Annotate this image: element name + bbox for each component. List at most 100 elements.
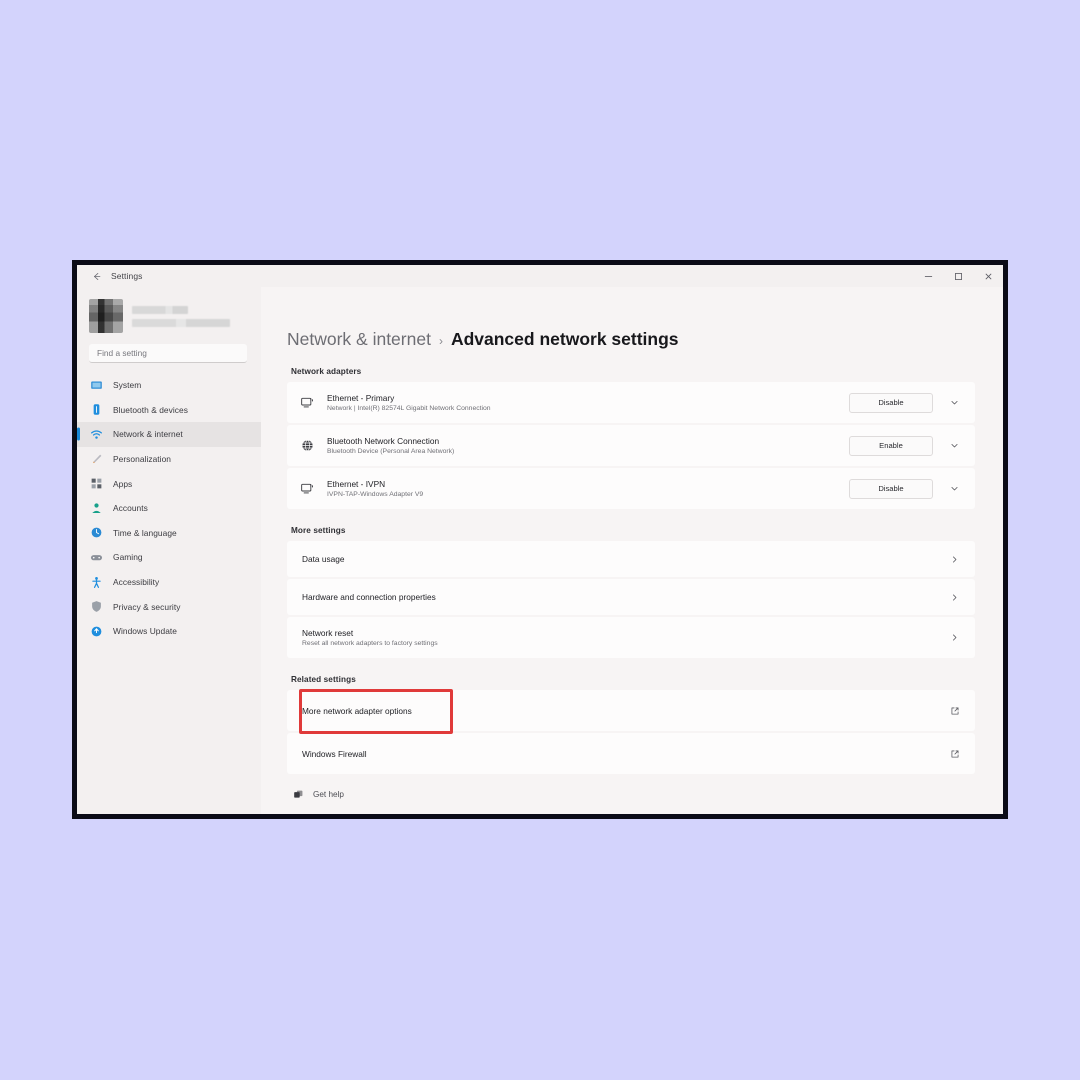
adapter-toggle-button[interactable]: Enable	[849, 435, 933, 456]
adapter-text: Bluetooth Network Connection Bluetooth D…	[327, 436, 849, 455]
chevron-down-icon[interactable]	[947, 439, 961, 453]
chevron-right-icon[interactable]	[947, 590, 961, 604]
close-icon[interactable]	[973, 265, 1003, 287]
section-heading-network-adapters: Network adapters	[291, 367, 362, 376]
sidebar-item-label: Time & language	[113, 527, 177, 538]
window-body: System Bluetooth & devices	[77, 287, 1003, 814]
sidebar-item-personalization[interactable]: Personalization	[77, 447, 261, 472]
sidebar: System Bluetooth & devices	[77, 287, 261, 814]
search-container	[77, 341, 261, 371]
adapter-title: Bluetooth Network Connection	[327, 436, 440, 446]
page-title: Advanced network settings	[450, 329, 679, 349]
setting-text: Hardware and connection properties	[297, 592, 947, 602]
adapter-title: Ethernet - Primary	[327, 393, 395, 403]
adapter-toggle-button[interactable]: Disable	[849, 392, 933, 413]
account-email-redacted	[132, 318, 230, 327]
setting-subtitle: Reset all network adapters to factory se…	[302, 640, 438, 647]
monitor-icon	[89, 378, 104, 393]
person-icon	[89, 501, 104, 516]
search-input[interactable]	[89, 344, 247, 363]
sidebar-item-label: Accessibility	[113, 577, 160, 588]
globe-icon	[297, 436, 317, 456]
get-help-link[interactable]: Get help	[287, 788, 975, 801]
account-name-redacted	[132, 305, 188, 314]
wifi-icon	[89, 427, 104, 442]
setting-row-hardware-connection-properties[interactable]: Hardware and connection properties	[287, 579, 975, 615]
ethernet-icon	[297, 479, 317, 499]
sidebar-item-network-internet[interactable]: Network & internet	[77, 422, 261, 447]
adapter-subtitle: Network | Intel(R) 82574L Gigabit Networ…	[327, 405, 491, 412]
adapter-text: Ethernet - Primary Network | Intel(R) 82…	[327, 393, 849, 412]
setting-row-more-network-adapter-options[interactable]: More network adapter options	[287, 690, 975, 731]
sidebar-item-accessibility[interactable]: Accessibility	[77, 570, 261, 595]
apps-grid-icon	[89, 476, 104, 491]
shield-icon	[89, 599, 104, 614]
title-bar: Settings	[77, 265, 1003, 287]
setting-text: Network reset Reset all network adapters…	[297, 628, 947, 647]
chevron-right-icon[interactable]	[947, 552, 961, 566]
setting-title: Data usage	[302, 554, 345, 564]
setting-text: Data usage	[297, 554, 947, 564]
sidebar-item-accounts[interactable]: Accounts	[77, 496, 261, 521]
setting-title: More network adapter options	[302, 705, 412, 716]
breadcrumb-parent-link[interactable]: Network & internet	[287, 329, 431, 350]
sidebar-item-label: Privacy & security	[113, 601, 181, 612]
sidebar-item-bluetooth-devices[interactable]: Bluetooth & devices	[77, 398, 261, 423]
chevron-down-icon[interactable]	[947, 396, 961, 410]
account-block[interactable]	[77, 291, 261, 341]
external-link-icon[interactable]	[948, 704, 961, 717]
sidebar-item-label: Windows Update	[113, 626, 178, 637]
bluetooth-icon	[89, 402, 104, 417]
maximize-icon[interactable]	[943, 265, 973, 287]
sidebar-item-label: System	[113, 380, 142, 391]
setting-text: More network adapter options	[297, 706, 948, 716]
clock-globe-icon	[89, 525, 104, 540]
back-arrow-icon[interactable]	[83, 267, 109, 285]
setting-row-network-reset[interactable]: Network reset Reset all network adapters…	[287, 617, 975, 658]
setting-title: Hardware and connection properties	[302, 592, 436, 602]
chevron-right-icon[interactable]	[947, 631, 961, 645]
sidebar-item-label: Personalization	[113, 454, 172, 465]
sidebar-item-time-language[interactable]: Time & language	[77, 521, 261, 546]
adapter-row-bluetooth-network-connection[interactable]: Bluetooth Network Connection Bluetooth D…	[287, 425, 975, 466]
sidebar-item-privacy-security[interactable]: Privacy & security	[77, 594, 261, 619]
sidebar-nav-list: System Bluetooth & devices Network & int…	[77, 371, 261, 644]
gamepad-icon	[89, 550, 104, 565]
more-settings-list: Data usage Hardware and connection prope…	[287, 541, 975, 658]
setting-text: Windows Firewall	[297, 749, 948, 759]
section-heading-related-settings: Related settings	[291, 675, 356, 684]
ethernet-icon	[297, 393, 317, 413]
setting-row-windows-firewall[interactable]: Windows Firewall	[287, 733, 975, 774]
update-icon	[89, 624, 104, 639]
get-help-label: Get help	[313, 790, 344, 799]
sidebar-item-label: Apps	[113, 478, 133, 489]
sidebar-item-windows-update[interactable]: Windows Update	[77, 619, 261, 644]
account-text	[132, 305, 230, 327]
sidebar-item-label: Network & internet	[113, 429, 183, 440]
adapter-toggle-button[interactable]: Disable	[849, 478, 933, 499]
minimize-icon[interactable]	[913, 265, 943, 287]
sidebar-item-label: Gaming	[113, 552, 143, 563]
adapter-title: Ethernet - IVPN	[327, 479, 386, 489]
settings-window: Settings Find a setting System Bluetooth…	[72, 260, 1008, 819]
window-controls	[913, 265, 1003, 287]
sidebar-item-label: Accounts	[113, 503, 148, 514]
external-link-icon[interactable]	[948, 747, 961, 760]
related-settings-list: More network adapter options Windows Fir…	[287, 690, 975, 774]
adapter-row-ethernet-primary[interactable]: Ethernet - Primary Network | Intel(R) 82…	[287, 382, 975, 423]
section-heading-more-settings: More settings	[291, 526, 346, 535]
adapter-row-ethernet-ivpn[interactable]: Ethernet - IVPN IVPN-TAP-Windows Adapter…	[287, 468, 975, 509]
settings-window-inner: Settings Find a setting System Bluetooth…	[77, 265, 1003, 814]
adapter-subtitle: IVPN-TAP-Windows Adapter V9	[327, 491, 424, 498]
setting-row-data-usage[interactable]: Data usage	[287, 541, 975, 577]
paintbrush-icon	[89, 452, 104, 467]
sidebar-item-system[interactable]: System	[77, 373, 261, 398]
chevron-down-icon[interactable]	[947, 482, 961, 496]
help-icon	[292, 788, 305, 801]
network-adapters-list: Ethernet - Primary Network | Intel(R) 82…	[287, 382, 975, 509]
main-content: Network & internet › Advanced network se…	[261, 287, 1003, 814]
accessibility-icon	[89, 575, 104, 590]
sidebar-item-apps[interactable]: Apps	[77, 471, 261, 496]
sidebar-item-gaming[interactable]: Gaming	[77, 545, 261, 570]
setting-title: Windows Firewall	[302, 748, 367, 759]
